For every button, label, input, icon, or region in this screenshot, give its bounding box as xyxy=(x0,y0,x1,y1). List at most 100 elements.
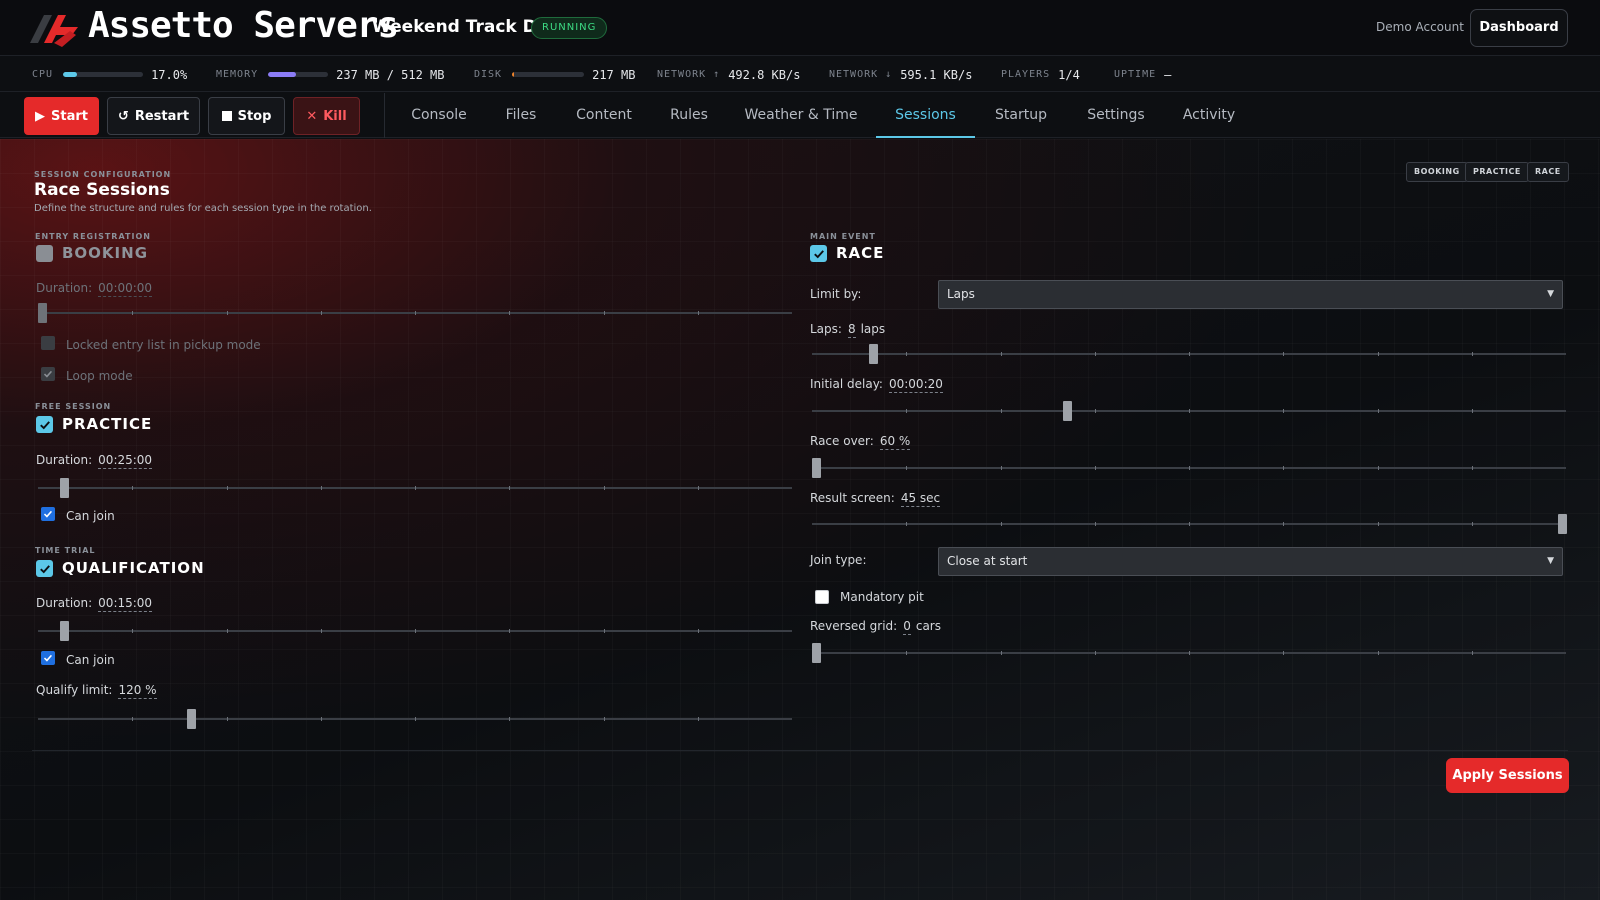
qualification-title: QUALIFICATION xyxy=(62,559,205,577)
slider-tick xyxy=(1283,522,1285,526)
result-screen-value[interactable]: 45 sec xyxy=(900,491,941,507)
brand-name[interactable]: Assetto Servers xyxy=(88,5,399,46)
slider-tick xyxy=(1471,522,1473,526)
slider-tick xyxy=(226,311,228,315)
account-name[interactable]: Demo Account xyxy=(1376,20,1464,34)
practice-enable-checkbox[interactable] xyxy=(36,416,53,433)
loop-mode-label: Loop mode xyxy=(66,369,133,383)
tab-weather-time[interactable]: Weather & Time xyxy=(734,93,868,138)
network-up-metric: NETWORK ↑ 492.8 KB/s xyxy=(657,57,800,92)
limit-by-select[interactable]: Laps ▼ xyxy=(938,280,1563,309)
slider-tick xyxy=(1377,522,1379,526)
race-kicker: MAIN EVENT xyxy=(810,232,876,241)
tab-files[interactable]: Files xyxy=(488,93,554,138)
qualification-duration-value[interactable]: 00:15:00 xyxy=(98,596,153,612)
qualification-kicker: TIME TRIAL xyxy=(35,546,96,555)
slider-tick xyxy=(697,311,699,315)
race-over-label: Race over: xyxy=(810,434,874,448)
race-enable-checkbox[interactable] xyxy=(810,245,827,262)
tab-console[interactable]: Console xyxy=(400,93,478,138)
chip-booking[interactable]: BOOKING xyxy=(1406,162,1468,182)
slider-tick xyxy=(1189,466,1190,470)
tab-content[interactable]: Content xyxy=(564,93,644,138)
booking-duration-value[interactable]: 00:00:00 xyxy=(98,281,153,297)
tab-rules[interactable]: Rules xyxy=(654,93,724,138)
mandatory-pit-checkbox[interactable] xyxy=(815,590,829,604)
restart-button[interactable]: ↺ Restart xyxy=(107,97,200,135)
slider-tick xyxy=(1283,651,1285,655)
tab-activity[interactable]: Activity xyxy=(1174,93,1244,138)
limit-by-value: Laps xyxy=(947,287,975,301)
slider-thumb[interactable] xyxy=(60,621,70,641)
control-toolbar: ▶ Start ↺ Restart Stop ✕ Kill Console Fi… xyxy=(0,93,1600,138)
practice-can-join-checkbox[interactable] xyxy=(41,507,55,521)
laps-unit: laps xyxy=(860,322,886,336)
qualification-can-join-checkbox[interactable] xyxy=(41,651,55,665)
qualify-limit-value[interactable]: 120 % xyxy=(118,683,157,699)
stop-icon xyxy=(221,111,232,121)
slider-tick xyxy=(509,629,511,633)
restart-label: Restart xyxy=(134,108,190,124)
kill-button[interactable]: ✕ Kill xyxy=(293,97,360,135)
qualify-limit-field: Qualify limit: 120 % xyxy=(36,683,157,699)
booking-duration-field: Duration: 00:00:00 xyxy=(36,281,153,297)
initial-delay-slider[interactable] xyxy=(812,401,1566,421)
reversed-grid-field: Reversed grid: 0 cars xyxy=(810,619,941,635)
stop-button[interactable]: Stop xyxy=(208,97,285,135)
chip-practice[interactable]: PRACTICE xyxy=(1465,162,1529,182)
brand-logo-icon[interactable] xyxy=(30,9,78,47)
slider-tick xyxy=(1471,651,1473,655)
dashboard-button[interactable]: Dashboard xyxy=(1470,9,1568,47)
slider-tick xyxy=(697,717,699,721)
booking-duration-slider[interactable] xyxy=(38,303,792,323)
laps-slider[interactable] xyxy=(812,344,1566,364)
slider-thumb[interactable] xyxy=(60,478,70,498)
slider-tick xyxy=(906,352,908,356)
top-bar: Assetto Servers Weekend Track Day RUNNIN… xyxy=(0,0,1600,56)
section-kicker: SESSION CONFIGURATION xyxy=(34,170,172,179)
practice-duration-slider[interactable] xyxy=(38,478,792,498)
reversed-grid-value[interactable]: 0 xyxy=(903,619,911,635)
limit-by-label: Limit by: xyxy=(810,287,862,301)
close-icon: ✕ xyxy=(306,108,318,124)
chip-race[interactable]: RACE xyxy=(1527,162,1569,182)
slider-thumb[interactable] xyxy=(38,303,47,323)
practice-kicker: FREE SESSION xyxy=(35,402,112,411)
qualify-limit-slider[interactable] xyxy=(38,709,792,729)
slider-thumb[interactable] xyxy=(869,344,879,364)
locked-entry-checkbox[interactable] xyxy=(41,336,55,350)
booking-duration-label: Duration: xyxy=(36,281,93,295)
start-button[interactable]: ▶ Start xyxy=(24,97,99,135)
reversed-grid-slider[interactable] xyxy=(812,643,1566,663)
loop-mode-checkbox[interactable] xyxy=(41,367,55,381)
practice-duration-value[interactable]: 00:25:00 xyxy=(98,453,153,469)
tab-sessions[interactable]: Sessions xyxy=(876,93,975,138)
tab-settings[interactable]: Settings xyxy=(1076,93,1156,138)
slider-thumb[interactable] xyxy=(812,458,821,478)
slider-tick xyxy=(226,486,228,490)
slider-tick xyxy=(906,651,908,655)
slider-tick xyxy=(1189,409,1190,413)
qualification-duration-slider[interactable] xyxy=(38,621,792,641)
race-over-value[interactable]: 60 % xyxy=(879,434,911,450)
slider-thumb[interactable] xyxy=(1062,401,1072,421)
slider-thumb[interactable] xyxy=(1558,514,1567,534)
result-screen-slider[interactable] xyxy=(812,514,1567,534)
initial-delay-value[interactable]: 00:00:20 xyxy=(888,377,943,393)
tab-startup[interactable]: Startup xyxy=(984,93,1058,138)
practice-duration-label: Duration: xyxy=(36,453,93,467)
cpu-metric: CPU 17.0% xyxy=(32,57,187,92)
laps-value[interactable]: 8 xyxy=(847,322,856,338)
start-label: Start xyxy=(51,108,88,124)
slider-thumb[interactable] xyxy=(812,643,821,663)
cpu-label: CPU xyxy=(32,69,54,80)
apply-sessions-button[interactable]: Apply Sessions xyxy=(1446,758,1569,793)
disk-label: DISK xyxy=(474,69,503,80)
slider-tick xyxy=(603,629,605,633)
qualification-enable-checkbox[interactable] xyxy=(36,560,53,577)
race-over-slider[interactable] xyxy=(812,458,1566,478)
join-type-select[interactable]: Close at start ▼ xyxy=(938,547,1563,576)
booking-enable-checkbox[interactable] xyxy=(36,245,53,262)
slider-thumb[interactable] xyxy=(187,709,197,729)
locked-entry-label: Locked entry list in pickup mode xyxy=(66,338,261,352)
